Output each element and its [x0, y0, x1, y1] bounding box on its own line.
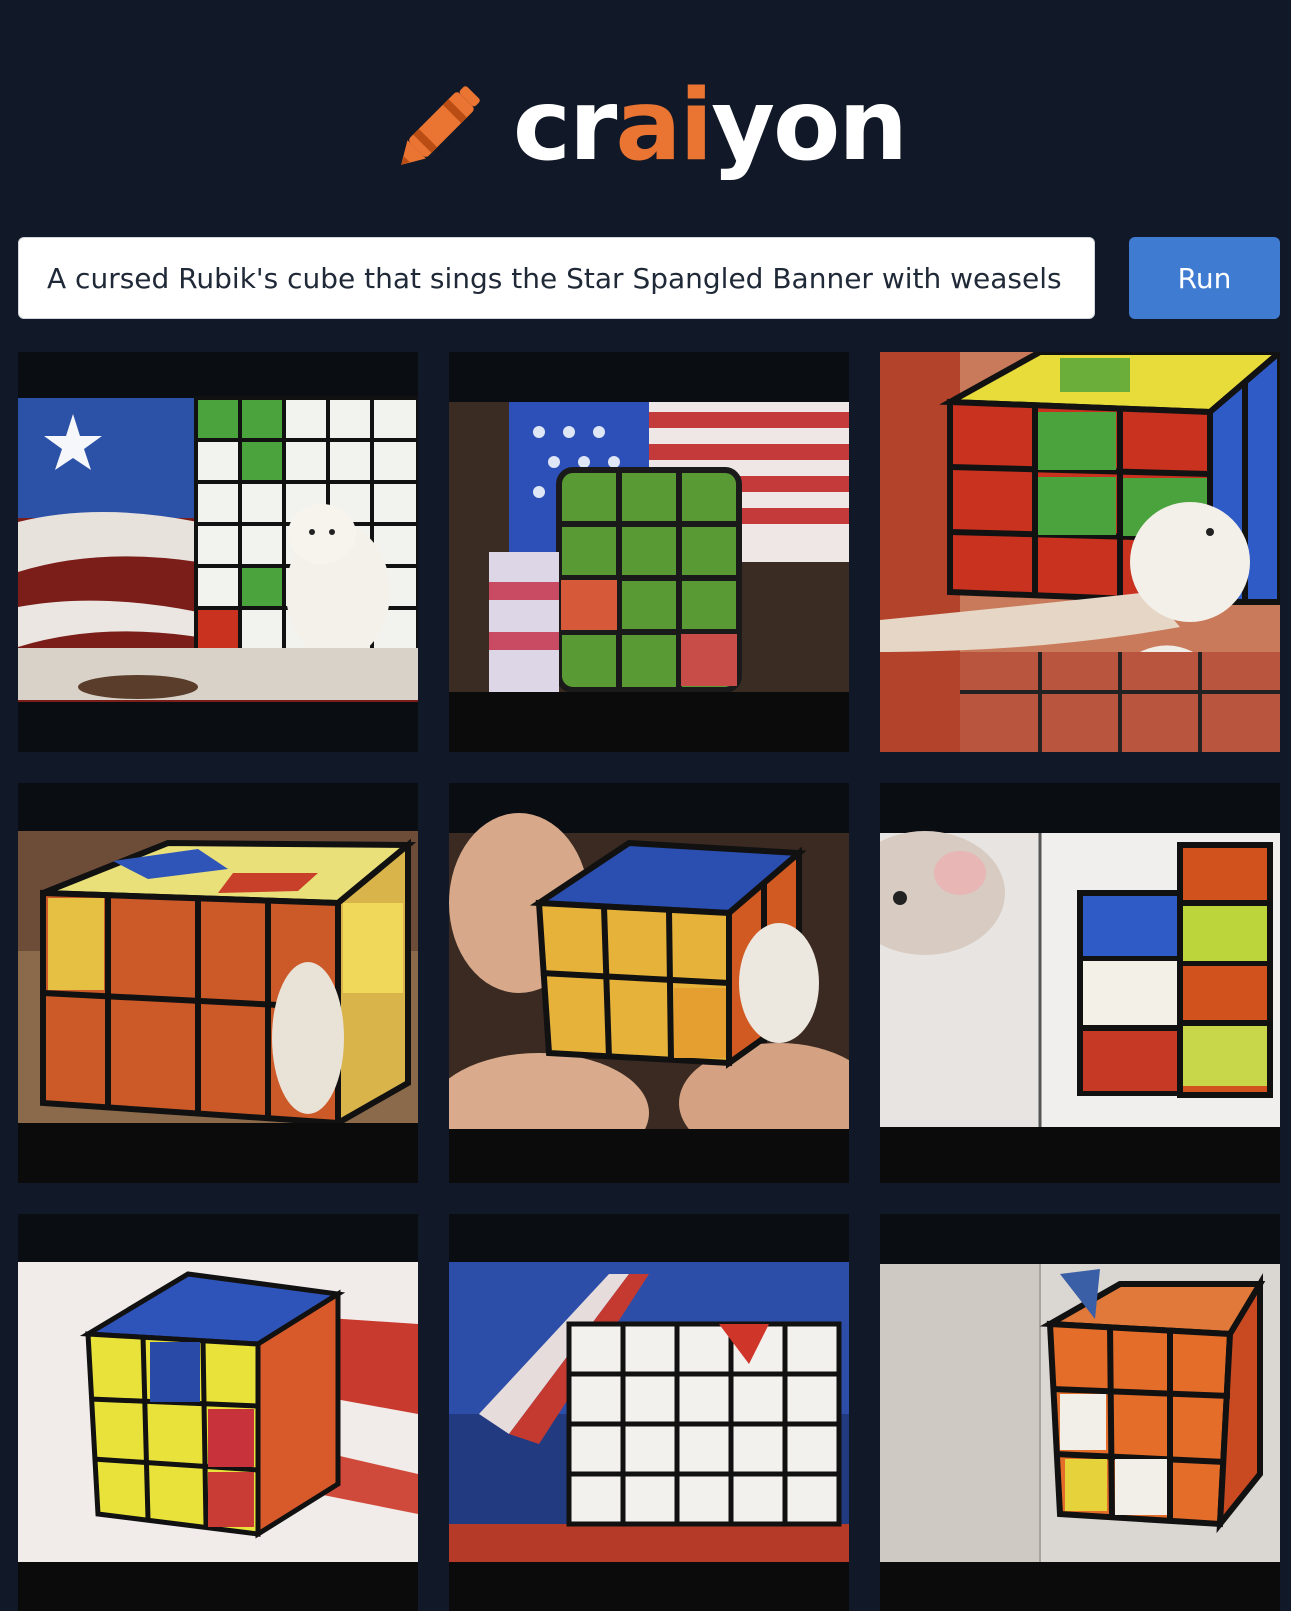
result-image[interactable]	[449, 1214, 849, 1611]
result-image[interactable]	[18, 1214, 418, 1611]
result-image[interactable]	[880, 1214, 1280, 1611]
result-image[interactable]	[880, 352, 1280, 752]
run-button[interactable]: Run	[1129, 237, 1280, 319]
logo-text-accent: ai	[615, 69, 713, 183]
craiyon-page: craiyon A cursed Rubik's cube that sings…	[0, 0, 1291, 1611]
result-image[interactable]	[449, 352, 849, 752]
crayon-icon	[401, 86, 480, 165]
prompt-bar: A cursed Rubik's cube that sings the Sta…	[18, 237, 1280, 319]
logo-text-suffix: yon	[711, 69, 908, 183]
result-image[interactable]	[449, 783, 849, 1183]
header: craiyon	[0, 56, 1291, 196]
prompt-input[interactable]: A cursed Rubik's cube that sings the Sta…	[18, 237, 1095, 319]
result-image[interactable]	[880, 783, 1280, 1183]
app-logo-text: craiyon	[513, 77, 908, 175]
result-image[interactable]	[18, 352, 418, 752]
logo-text-prefix: cr	[512, 69, 617, 183]
result-image[interactable]	[18, 783, 418, 1183]
